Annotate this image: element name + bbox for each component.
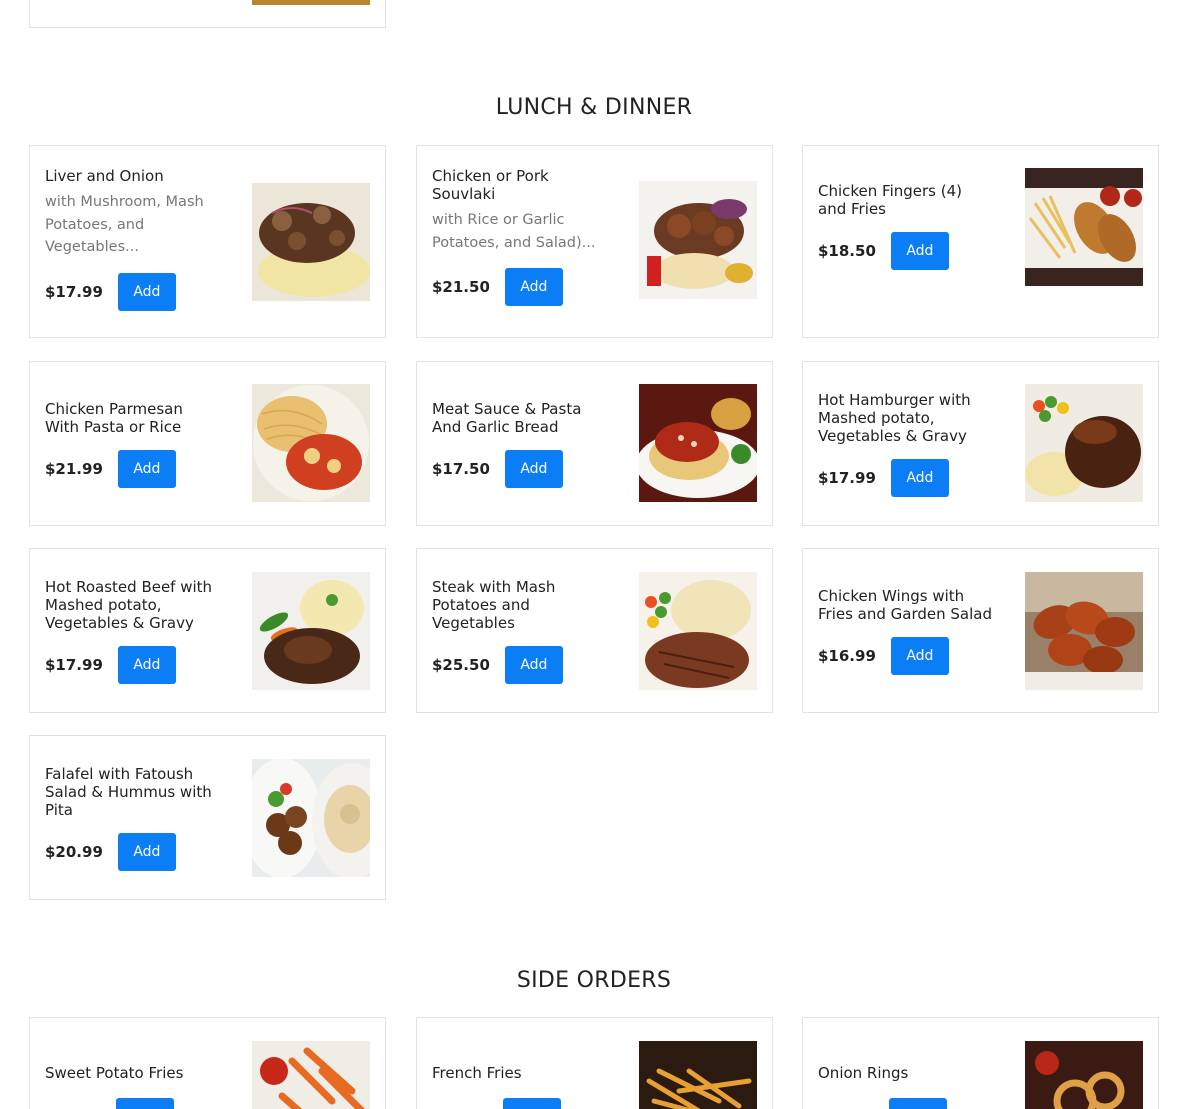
french-fries-photo (639, 1041, 757, 1109)
menu-item-name: Chicken Parmesan With Pasta or Rice (45, 400, 183, 436)
menu-item-price: $21.99 (45, 460, 103, 478)
souvlaki-photo (639, 181, 757, 299)
chicken-wings-photo (1025, 572, 1143, 690)
menu-item-name: Sweet Potato Fries (45, 1064, 184, 1082)
menu-item-card[interactable]: Chicken Parmesan With Pasta or Rice $21.… (29, 361, 386, 526)
hot-hamburger-photo (1025, 384, 1143, 502)
add-to-cart-button[interactable]: Add (117, 646, 176, 684)
add-to-cart-button[interactable]: Add (889, 1098, 947, 1109)
add-to-cart-button[interactable]: Add (117, 272, 176, 311)
add-to-cart-button[interactable]: Add (503, 1098, 561, 1109)
add-to-cart-button[interactable]: Add (890, 637, 949, 675)
food-photo (252, 0, 370, 5)
chicken-parmesan-photo (252, 384, 370, 502)
menu-item-name: Falafel with Fatoush Salad & Hummus with… (45, 765, 212, 819)
section-title-side-orders: SIDE ORDERS (516, 968, 672, 993)
add-to-cart-button[interactable]: Add (504, 450, 563, 488)
menu-item-price: $16.99 (818, 647, 876, 665)
menu-item-name: Onion Rings (818, 1064, 909, 1082)
menu-item-card[interactable]: Sweet Potato Fries Add (29, 1017, 386, 1109)
menu-item-name: Meat Sauce & Pasta And Garlic Bread (432, 400, 582, 436)
menu-item-description: with Rice or Garlic Potatoes, and Salad)… (432, 212, 596, 251)
menu-item-price: $17.99 (818, 469, 876, 487)
menu-item-card[interactable]: Falafel with Fatoush Salad & Hummus with… (29, 735, 386, 900)
menu-item-price: $21.50 (432, 278, 490, 296)
add-to-cart-button[interactable]: Add (117, 833, 176, 871)
steak-photo (639, 572, 757, 690)
section-title-lunch-dinner: LUNCH & DINNER (495, 95, 693, 120)
menu-item-price: $18.50 (818, 242, 876, 260)
menu-item-card[interactable]: Chicken or Pork Souvlaki with Rice or Ga… (416, 145, 773, 338)
menu-item-name: Chicken Wings with Fries and Garden Sala… (818, 587, 993, 623)
chicken-fingers-photo (1025, 168, 1143, 286)
menu-item-card[interactable]: Steak with Mash Potatoes and Vegetables … (416, 548, 773, 713)
add-to-cart-button[interactable]: Add (890, 459, 949, 497)
roasted-beef-photo (252, 572, 370, 690)
menu-item-card[interactable]: Hot Hamburger with Mashed potato, Vegeta… (802, 361, 1159, 526)
menu-item-price: $17.99 (45, 282, 103, 301)
menu-item-card-partial (29, 0, 386, 28)
menu-item-card[interactable]: French Fries Add (416, 1017, 773, 1109)
menu-item-price: $25.50 (432, 656, 490, 674)
liver-onion-photo (252, 183, 370, 301)
menu-item-name: Liver and Onion (45, 167, 164, 185)
add-to-cart-button[interactable]: Add (504, 646, 563, 684)
menu-item-name: Chicken or Pork Souvlaki (432, 167, 549, 203)
menu-item-name: Hot Hamburger with Mashed potato, Vegeta… (818, 391, 971, 445)
meat-sauce-pasta-photo (639, 384, 757, 502)
menu-item-name: Hot Roasted Beef with Mashed potato, Veg… (45, 578, 213, 632)
menu-item-name: Chicken Fingers (4) and Fries (818, 182, 963, 218)
menu-item-name: Steak with Mash Potatoes and Vegetables (432, 578, 556, 632)
add-to-cart-button[interactable]: Add (117, 450, 176, 488)
add-to-cart-button[interactable]: Add (116, 1098, 174, 1109)
menu-item-description: with Mushroom, Mash Potatoes, and Vegeta… (45, 194, 204, 255)
menu-item-price: $17.99 (45, 656, 103, 674)
falafel-photo (252, 759, 370, 877)
menu-item-name: French Fries (432, 1064, 522, 1082)
menu-item-card[interactable]: Onion Rings Add (802, 1017, 1159, 1109)
add-to-cart-button[interactable]: Add (504, 268, 563, 306)
menu-item-card[interactable]: Liver and Onion with Mushroom, Mash Pota… (29, 145, 386, 338)
menu-item-price: $17.50 (432, 460, 490, 478)
menu-item-card[interactable]: Chicken Wings with Fries and Garden Sala… (802, 548, 1159, 713)
menu-item-card[interactable]: Chicken Fingers (4) and Fries $18.50 Add (802, 145, 1159, 338)
onion-rings-photo (1025, 1041, 1143, 1109)
menu-item-card[interactable]: Meat Sauce & Pasta And Garlic Bread $17.… (416, 361, 773, 526)
menu-item-card[interactable]: Hot Roasted Beef with Mashed potato, Veg… (29, 548, 386, 713)
sweet-potato-fries-photo (252, 1041, 370, 1109)
add-to-cart-button[interactable]: Add (890, 232, 949, 270)
menu-item-price: $20.99 (45, 843, 103, 861)
